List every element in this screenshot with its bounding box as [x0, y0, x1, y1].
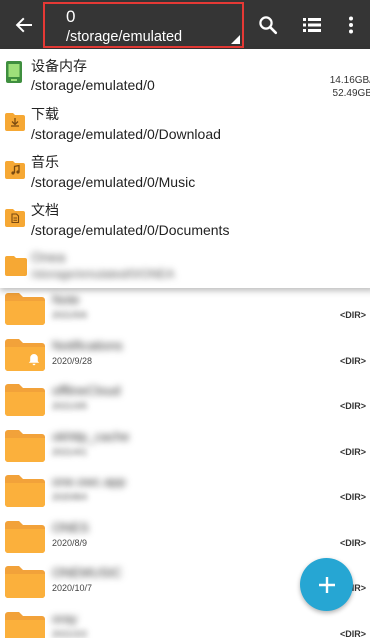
- dir-tag: <DIR>: [339, 492, 366, 502]
- list-item[interactable]: ONES 2020/8/9 <DIR>: [0, 514, 370, 560]
- list-view-icon: [303, 17, 321, 32]
- list-item[interactable]: Notifications 2020/9/28 <DIR>: [0, 332, 370, 378]
- menu-item-path: /storage/emulated/0/ONEA: [31, 267, 175, 281]
- add-button[interactable]: [300, 558, 353, 611]
- toolbar: 0 /storage/emulated: [0, 0, 370, 49]
- file-date: 2020/8/4: [52, 492, 88, 502]
- more-vert-icon: [349, 16, 353, 33]
- file-date: 2021/4/1: [52, 446, 88, 457]
- list-item[interactable]: one.owc.app 2020/8/4 <DIR>: [0, 468, 370, 514]
- file-date: 2021/2/2: [52, 628, 88, 638]
- dir-tag: <DIR>: [339, 355, 366, 366]
- folder-icon: [5, 384, 45, 416]
- dropdown-caret-icon: [231, 35, 240, 44]
- file-date: 2021/5/6: [52, 310, 88, 320]
- menu-item-path: /storage/emulated/0: [31, 77, 155, 93]
- folder-icon: [5, 611, 45, 638]
- file-name: okhttp_cache: [52, 428, 130, 444]
- file-name: oray: [52, 610, 78, 626]
- documents-folder-icon: [5, 209, 25, 227]
- dir-tag: <DIR>: [339, 537, 366, 548]
- path-dropdown-menu: 设备内存 /storage/emulated/0 14.16GB/ 52.49G…: [0, 49, 370, 288]
- file-name: ONEMUSIC: [52, 565, 123, 580]
- more-button[interactable]: [331, 0, 370, 49]
- menu-item-device-storage[interactable]: 设备内存 /storage/emulated/0 14.16GB/ 52.49G…: [0, 54, 370, 102]
- menu-item-documents[interactable]: 文档 /storage/emulated/0/Documents: [0, 199, 370, 247]
- list-item[interactable]: okhttp_cache 2021/4/1 <DIR>: [0, 423, 370, 469]
- menu-item-path: /storage/emulated/0/Download: [31, 126, 221, 142]
- folder-icon: [5, 520, 45, 553]
- file-name: offlineCloud: [52, 383, 121, 398]
- file-date: 2021/3/5: [52, 401, 88, 411]
- file-date: 2020/9/28: [52, 355, 93, 366]
- menu-item-title: 下载: [31, 106, 59, 122]
- folder-icon: [5, 293, 45, 325]
- menu-item-path: /storage/emulated/0/Documents: [31, 222, 230, 238]
- download-folder-icon: [5, 113, 25, 131]
- list-item[interactable]: offlineCloud 2021/3/5 <DIR>: [0, 377, 370, 423]
- file-name: ONES: [52, 519, 89, 535]
- menu-item-title: 文档: [31, 202, 59, 218]
- device-storage-icon: [6, 61, 22, 83]
- file-name: Notifications: [52, 337, 123, 353]
- music-folder-icon: [5, 161, 25, 179]
- file-name: one.owc.app: [52, 474, 126, 489]
- search-icon: [259, 15, 278, 34]
- menu-item-title: Onea: [31, 249, 66, 265]
- arrow-left-icon: [15, 17, 32, 32]
- list-item[interactable]: oray 2021/2/2 <DIR>: [0, 605, 370, 638]
- menu-item-onea[interactable]: Onea /storage/emulated/0/ONEA: [0, 247, 370, 295]
- path-selector[interactable]: 0 /storage/emulated: [43, 2, 244, 48]
- file-date: 2020/8/9: [52, 537, 88, 548]
- current-path: /storage/emulated: [66, 29, 183, 45]
- folder-icon: [5, 256, 27, 276]
- menu-item-download[interactable]: 下载 /storage/emulated/0/Download: [0, 103, 370, 151]
- plus-icon: [318, 576, 335, 593]
- storage-size: 14.16GB/ 52.49GB: [330, 74, 370, 100]
- menu-item-title: 音乐: [31, 154, 59, 170]
- search-button[interactable]: [248, 0, 288, 49]
- storage-total: 52.49GB: [332, 88, 370, 99]
- storage-free: 14.16GB/: [329, 75, 370, 86]
- menu-item-title: 设备内存: [31, 58, 87, 74]
- view-toggle-button[interactable]: [292, 0, 332, 49]
- path-number: 0: [66, 7, 76, 26]
- dir-tag: <DIR>: [339, 446, 366, 457]
- dir-tag: <DIR>: [339, 628, 366, 638]
- folder-icon: [5, 566, 45, 598]
- file-date: 2020/10/7: [52, 583, 93, 593]
- back-button[interactable]: [4, 0, 44, 49]
- dir-tag: <DIR>: [339, 401, 366, 411]
- folder-icon: [5, 475, 45, 507]
- menu-item-path: /storage/emulated/0/Music: [31, 174, 196, 190]
- dir-tag: <DIR>: [339, 310, 366, 320]
- folder-icon: [5, 429, 45, 462]
- notification-folder-icon: [5, 338, 45, 371]
- menu-item-music[interactable]: 音乐 /storage/emulated/0/Music: [0, 151, 370, 199]
